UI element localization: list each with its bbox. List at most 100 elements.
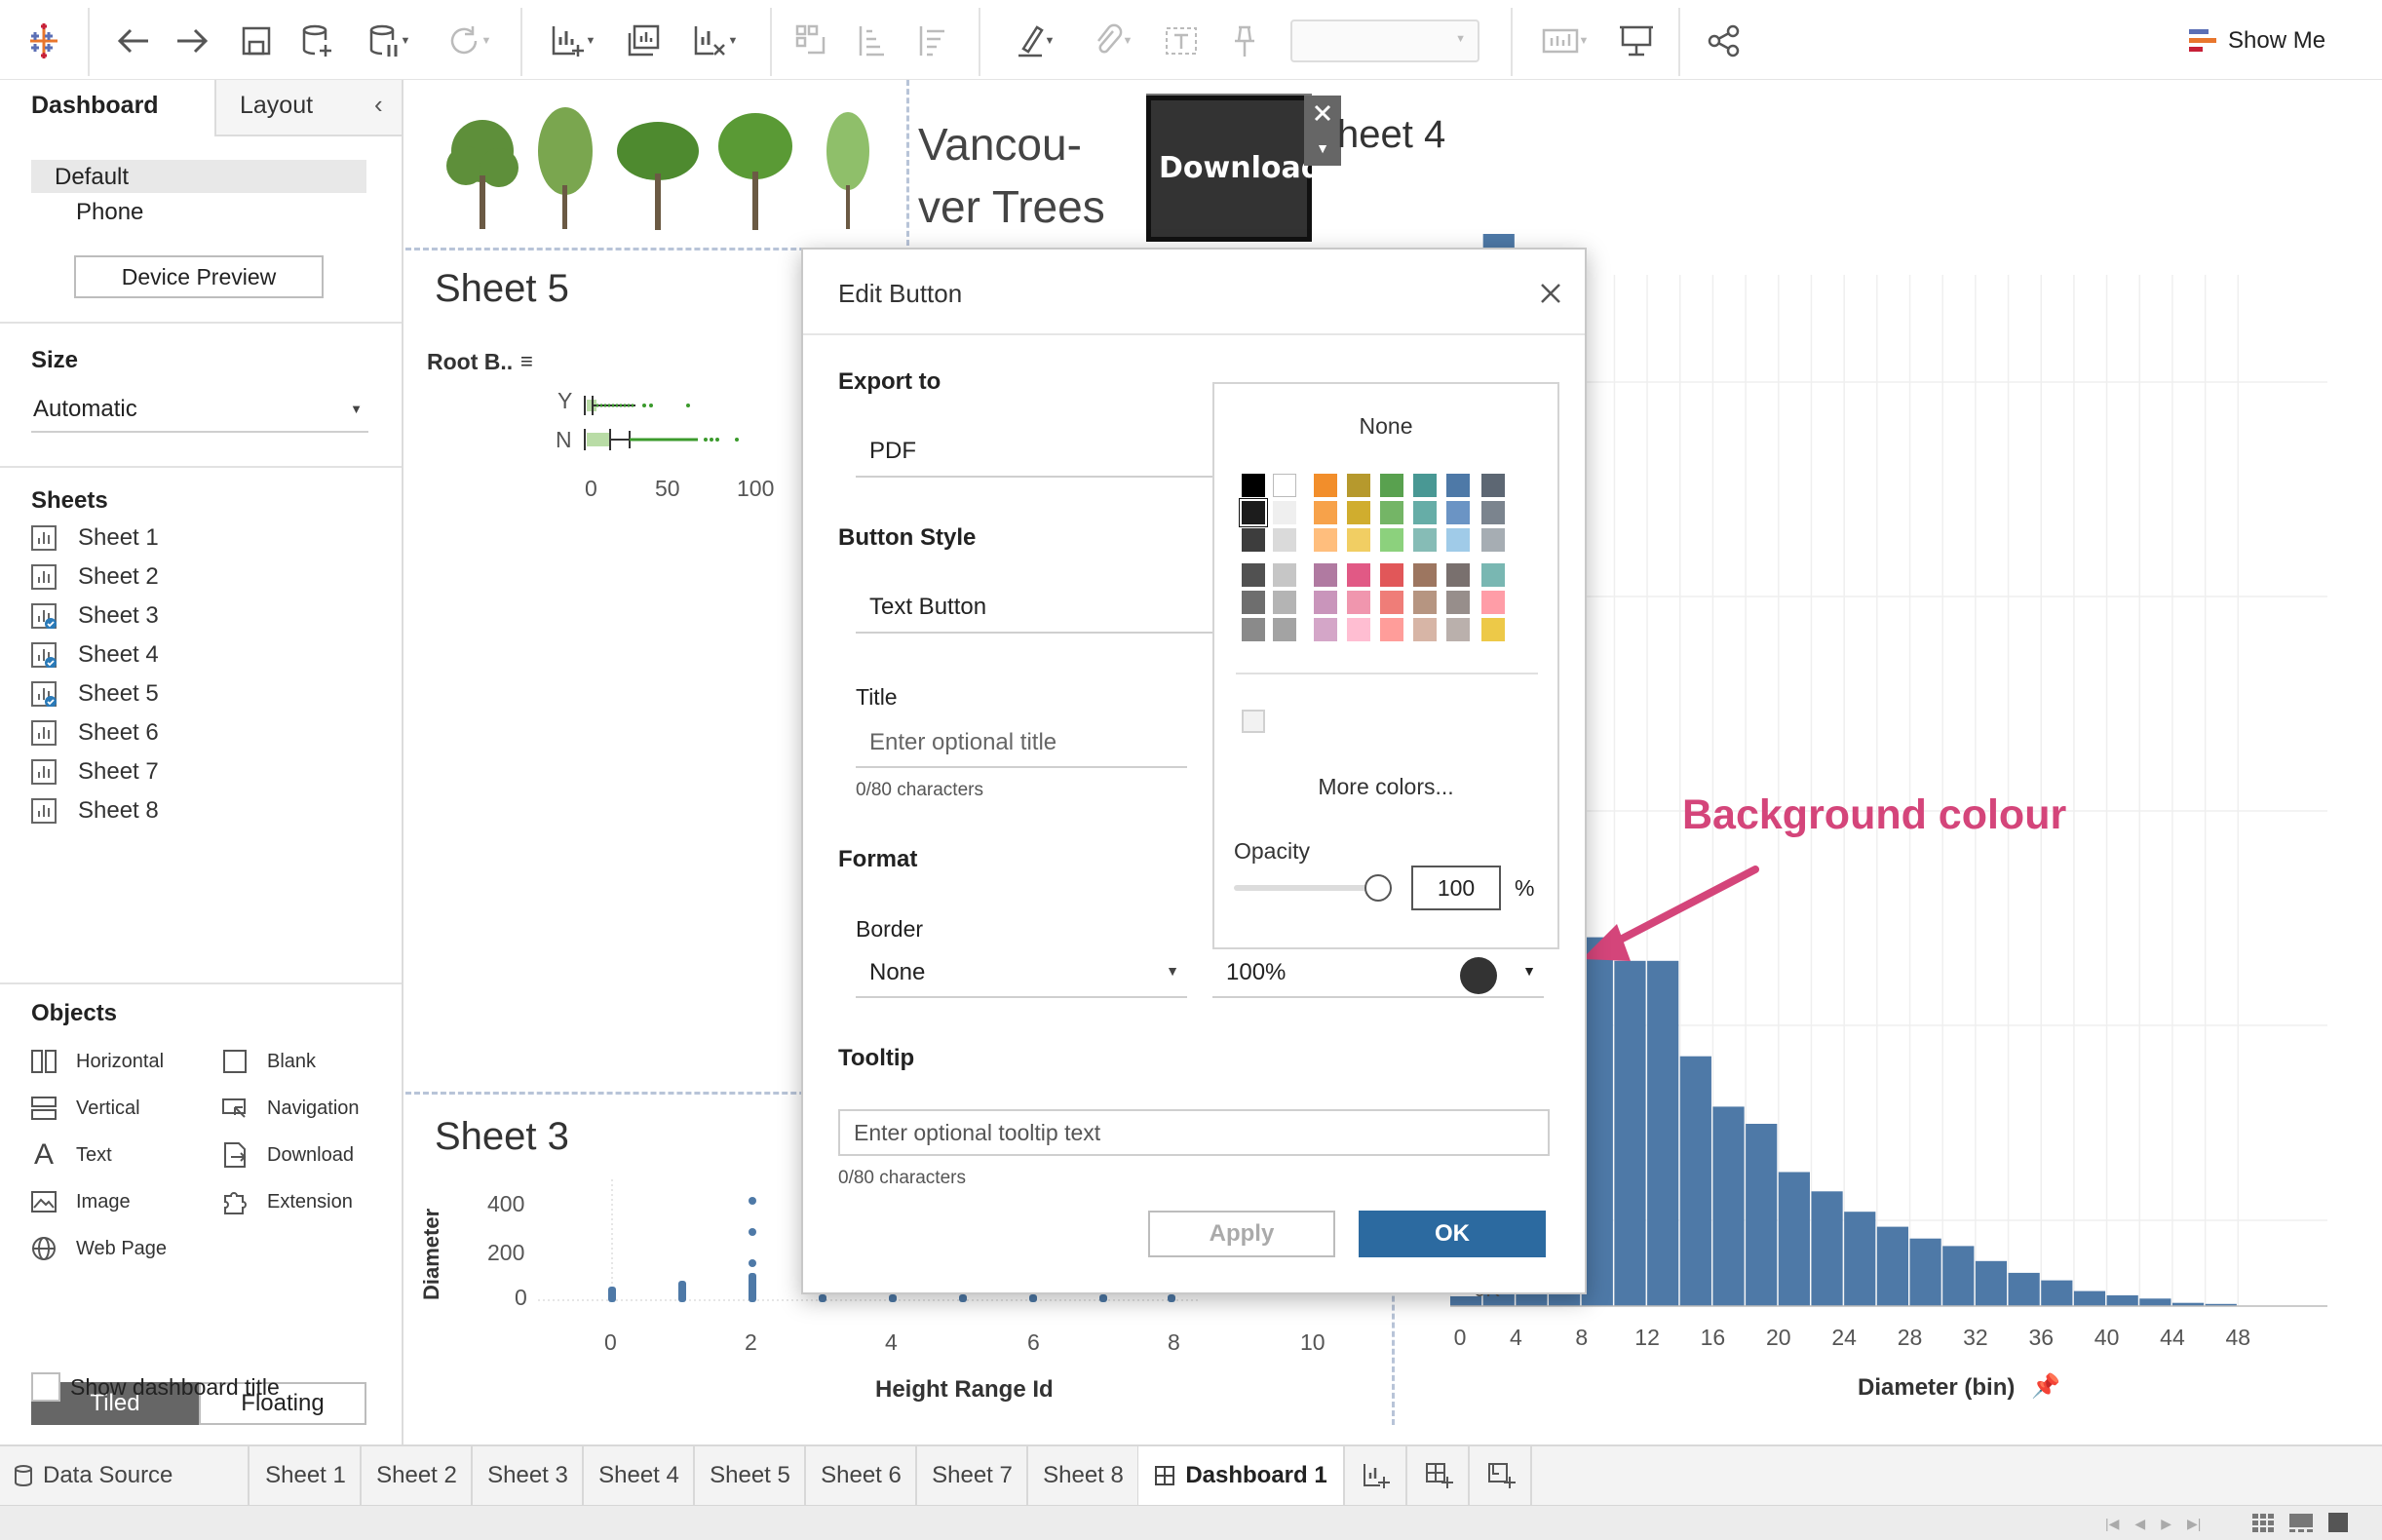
fix-axes-icon[interactable] (1218, 12, 1269, 70)
colour-swatch[interactable] (1273, 474, 1296, 497)
colour-swatch[interactable] (1242, 563, 1265, 587)
redo-icon[interactable] (168, 12, 218, 70)
colour-swatch[interactable] (1347, 474, 1370, 497)
share-icon[interactable] (1698, 12, 1750, 70)
filmstrip-view-icon[interactable] (2288, 1512, 2314, 1533)
button-style-select[interactable]: Text Button (856, 583, 1214, 634)
histogram-bar[interactable] (1778, 1172, 1810, 1307)
tab-sheet[interactable]: Sheet 7 (918, 1446, 1028, 1505)
colour-swatch[interactable] (1446, 563, 1470, 587)
opacity-slider-thumb[interactable] (1364, 874, 1392, 902)
histogram-bar[interactable] (1942, 1246, 1975, 1306)
colour-swatch[interactable] (1380, 618, 1403, 641)
colour-swatch[interactable] (1380, 474, 1403, 497)
show-me-button[interactable]: Show Me (2187, 23, 2325, 58)
colour-swatch[interactable] (1314, 528, 1337, 552)
colour-swatch[interactable] (1273, 563, 1296, 587)
opacity-slider[interactable] (1234, 885, 1380, 891)
save-icon[interactable] (232, 12, 281, 70)
grid-view-icon[interactable] (2251, 1512, 2275, 1533)
new-story-tab-icon[interactable] (1472, 1446, 1532, 1505)
show-dashboard-title-checkbox[interactable] (31, 1372, 60, 1402)
histogram-bar[interactable] (1975, 1260, 2008, 1306)
sidebar-sheet-item[interactable]: Sheet 4 (31, 637, 159, 673)
colour-swatch[interactable] (1314, 501, 1337, 524)
close-icon[interactable] (1304, 96, 1341, 131)
colour-swatch[interactable] (1273, 618, 1296, 641)
undo-icon[interactable] (107, 12, 158, 70)
colour-swatch[interactable] (1314, 563, 1337, 587)
colour-swatch[interactable] (1240, 499, 1267, 526)
colour-swatch[interactable] (1446, 528, 1470, 552)
histogram-bar[interactable] (1876, 1226, 1909, 1306)
colour-swatch[interactable] (1481, 618, 1505, 641)
colour-swatch[interactable] (1413, 528, 1437, 552)
more-colors-link[interactable]: More colors... (1214, 774, 1557, 800)
device-phone[interactable]: Phone (76, 199, 143, 226)
histogram-bar[interactable] (1746, 1124, 1778, 1306)
histogram-bar[interactable] (1811, 1191, 1843, 1306)
size-dropdown[interactable]: Automatic ▼ (31, 390, 368, 433)
colour-swatch[interactable] (1347, 528, 1370, 552)
colour-swatch[interactable] (1273, 591, 1296, 614)
colour-swatch[interactable] (1481, 474, 1505, 497)
colour-swatch[interactable] (1446, 618, 1470, 641)
palette-none-option[interactable]: None (1214, 413, 1557, 440)
histogram-bar[interactable] (2008, 1272, 2040, 1306)
colour-swatch[interactable] (1242, 618, 1265, 641)
colour-swatch[interactable] (1413, 563, 1437, 587)
pin-icon[interactable]: 📌 (2031, 1372, 2060, 1401)
object-web-page[interactable]: Web Page (29, 1234, 167, 1263)
histogram-bar[interactable] (1844, 1212, 1876, 1306)
sidebar-sheet-item[interactable]: Sheet 6 (31, 715, 159, 751)
colour-swatch[interactable] (1413, 618, 1437, 641)
tab-sheet[interactable]: Sheet 1 (251, 1446, 362, 1505)
device-default[interactable]: Default (31, 160, 366, 193)
object-image[interactable]: Image (29, 1187, 131, 1216)
sidebar-sheet-item[interactable]: Sheet 1 (31, 520, 159, 556)
sidebar-sheet-item[interactable]: Sheet 2 (31, 559, 159, 595)
clear-sheet-icon[interactable]: ▼ (680, 12, 750, 70)
apply-button[interactable]: Apply (1148, 1211, 1335, 1257)
histogram-bar[interactable] (2041, 1280, 2073, 1306)
object-download[interactable]: Download (220, 1140, 354, 1170)
background-colour-select[interactable]: 100% ▼ (1212, 949, 1544, 998)
new-worksheet-icon[interactable]: ▼ (538, 12, 608, 70)
duplicate-sheet-icon[interactable] (620, 12, 669, 70)
last-page-icon[interactable]: ▶| (2187, 1516, 2201, 1532)
new-worksheet-tab-icon[interactable] (1347, 1446, 1407, 1505)
tab-dashboard[interactable]: Dashboard (0, 80, 216, 136)
colour-swatch[interactable] (1380, 528, 1403, 552)
previous-page-icon[interactable]: ◀ (2134, 1516, 2145, 1532)
tab-sheet[interactable]: Sheet 8 (1029, 1446, 1139, 1505)
dialog-close-icon[interactable] (1532, 275, 1569, 312)
new-data-source-icon[interactable] (292, 12, 341, 70)
colour-swatch[interactable] (1347, 563, 1370, 587)
object-blank[interactable]: Blank (220, 1047, 316, 1076)
object-horizontal[interactable]: Horizontal (29, 1047, 164, 1076)
colour-swatch[interactable] (1446, 591, 1470, 614)
colour-swatch[interactable] (1347, 591, 1370, 614)
first-page-icon[interactable]: |◀ (2105, 1516, 2119, 1532)
colour-swatch[interactable] (1413, 474, 1437, 497)
recent-colour-swatch[interactable] (1242, 710, 1265, 733)
colour-swatch[interactable] (1347, 501, 1370, 524)
tab-sheet[interactable]: Sheet 3 (474, 1446, 584, 1505)
colour-swatch[interactable] (1314, 591, 1337, 614)
object-vertical[interactable]: Vertical (29, 1094, 140, 1123)
tab-sheet[interactable]: Sheet 2 (363, 1446, 473, 1505)
histogram-bar[interactable] (2073, 1290, 2106, 1306)
collapse-chevron-icon[interactable]: ‹ (374, 90, 383, 120)
ok-button[interactable]: OK (1359, 1211, 1546, 1257)
colour-swatch[interactable] (1242, 591, 1265, 614)
colour-swatch[interactable] (1481, 501, 1505, 524)
tab-sheet[interactable]: Sheet 5 (696, 1446, 806, 1505)
colour-swatch[interactable] (1446, 501, 1470, 524)
new-dashboard-tab-icon[interactable] (1409, 1446, 1470, 1505)
opacity-input[interactable]: 100 (1411, 866, 1501, 910)
next-page-icon[interactable]: ▶ (2161, 1516, 2171, 1532)
colour-swatch[interactable] (1380, 591, 1403, 614)
tab-dashboard-1[interactable]: Dashboard 1 (1138, 1446, 1345, 1505)
highlight-icon[interactable]: ▼ (1000, 12, 1070, 70)
histogram-bar[interactable] (1712, 1106, 1745, 1306)
